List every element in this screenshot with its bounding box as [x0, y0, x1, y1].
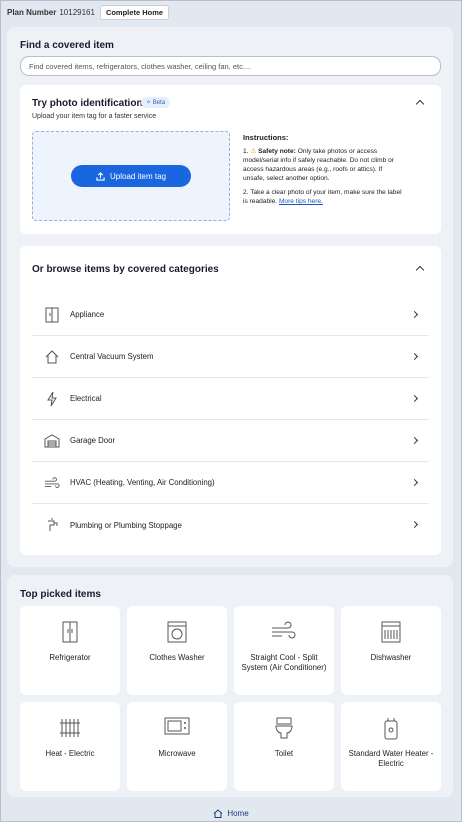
upload-dropzone[interactable]: Upload item tag: [32, 131, 230, 221]
top-item-water-heater[interactable]: Standard Water Heater - Electric: [341, 702, 441, 791]
wind-icon: [44, 475, 60, 491]
home-link[interactable]: Home: [1, 809, 461, 818]
garage-icon: [44, 433, 60, 449]
category-label: Central Vacuum System: [70, 352, 154, 361]
category-item-central-vacuum[interactable]: Central Vacuum System: [32, 336, 429, 378]
instruction-1-number: 1.: [243, 148, 249, 155]
top-item-label: Heat - Electric: [45, 749, 95, 758]
top-item-clothes-washer[interactable]: Clothes Washer: [127, 606, 227, 695]
house-icon: [44, 349, 60, 365]
photo-identification-card: Try photo identification ✧ Beta Upload y…: [20, 85, 441, 234]
category-label: Electrical: [70, 394, 102, 403]
top-item-label: Standard Water Heater - Electric: [348, 749, 434, 768]
toilet-icon: [234, 717, 334, 741]
safety-note-label: Safety note:: [258, 148, 296, 155]
top-item-split-ac[interactable]: Straight Cool - Split System (Air Condit…: [234, 606, 334, 695]
category-item-garage-door[interactable]: Garage Door: [32, 420, 429, 462]
top-item-refrigerator[interactable]: Refrigerator: [20, 606, 120, 695]
browse-categories-card: Or browse items by covered categories Ap…: [20, 246, 441, 555]
category-label: Appliance: [70, 310, 105, 319]
top-item-label: Toilet: [274, 749, 294, 758]
category-item-appliance[interactable]: Appliance: [32, 294, 429, 336]
category-item-hvac[interactable]: HVAC (Heating, Venting, Air Conditioning…: [32, 462, 429, 504]
fridge-icon: [44, 307, 60, 323]
chevron-right-icon: [410, 394, 419, 403]
dishwasher-icon: [341, 621, 441, 645]
faucet-icon: [44, 517, 60, 533]
photo-subtitle: Upload your item tag for a faster servic…: [32, 113, 157, 120]
chevron-right-icon: [410, 520, 419, 529]
top-item-dishwasher[interactable]: Dishwasher: [341, 606, 441, 695]
beta-label: Beta: [152, 100, 166, 106]
ac-icon: [234, 621, 334, 645]
bolt-icon: [44, 391, 60, 407]
top-item-label: Clothes Washer: [149, 653, 205, 662]
search-input[interactable]: Find covered items, refrigerators, cloth…: [20, 56, 441, 76]
microwave-icon: [127, 717, 227, 741]
category-item-electrical[interactable]: Electrical: [32, 378, 429, 420]
instructions-title: Instructions:: [243, 133, 289, 142]
top-item-label: Refrigerator: [49, 653, 91, 662]
upload-icon: [96, 171, 105, 181]
category-label: HVAC (Heating, Venting, Air Conditioning…: [70, 478, 215, 487]
category-label: Plumbing or Plumbing Stoppage: [70, 520, 182, 530]
top-item-microwave[interactable]: Microwave: [127, 702, 227, 791]
instructions: Instructions: 1. ⚠ Safety note: Only tak…: [243, 133, 403, 211]
warning-icon: ⚠: [250, 148, 257, 155]
plan-number-value: 10129161: [59, 7, 95, 17]
top-item-toilet[interactable]: Toilet: [234, 702, 334, 791]
plan-type-badge: Complete Home: [99, 4, 170, 20]
find-item-panel: Find a covered item Find covered items, …: [7, 27, 453, 567]
upload-item-tag-label: Upload item tag: [109, 171, 167, 181]
beta-badge: ✧ Beta: [141, 97, 171, 108]
category-label: Garage Door: [70, 436, 116, 445]
sparkle-icon: ✧: [146, 100, 152, 106]
find-item-title: Find a covered item: [20, 40, 114, 51]
category-list: Appliance Central Vacuum System Electric…: [32, 294, 429, 546]
heater-icon: [20, 717, 120, 741]
upload-item-tag-button[interactable]: Upload item tag: [71, 165, 191, 187]
home-label: Home: [227, 809, 249, 818]
top-item-label: Dishwasher: [370, 653, 412, 662]
instruction-1: 1. ⚠ Safety note: Only take photos or ac…: [243, 147, 403, 183]
photo-identification-title: Try photo identification: [32, 98, 143, 109]
chevron-right-icon: [410, 478, 419, 487]
top-item-label: Microwave: [158, 749, 196, 758]
top-picked-title: Top picked items: [20, 589, 101, 600]
refrigerator-icon: [20, 621, 120, 645]
water-heater-icon: [341, 717, 441, 741]
chevron-right-icon: [410, 436, 419, 445]
chevron-up-icon[interactable]: [415, 265, 425, 275]
browse-categories-title: Or browse items by covered categories: [32, 264, 219, 275]
chevron-up-icon[interactable]: [415, 99, 425, 109]
more-tips-link[interactable]: More tips here.: [279, 198, 323, 205]
washer-icon: [127, 621, 227, 645]
top-item-label: Straight Cool - Split System (Air Condit…: [241, 653, 327, 672]
plan-bar: Plan Number 10129161 Complete Home: [1, 1, 461, 23]
plan-number-label: Plan Number: [7, 7, 57, 17]
chevron-right-icon: [410, 352, 419, 361]
instruction-2: 2. Take a clear photo of your item, make…: [243, 188, 403, 206]
instruction-2-number: 2.: [243, 189, 249, 196]
top-item-heat-electric[interactable]: Heat - Electric: [20, 702, 120, 791]
home-icon: [213, 809, 223, 818]
category-item-plumbing[interactable]: Plumbing or Plumbing Stoppage: [32, 504, 429, 546]
chevron-right-icon: [410, 310, 419, 319]
top-picked-panel: Top picked items Refrigerator Clothes Wa…: [7, 575, 453, 797]
